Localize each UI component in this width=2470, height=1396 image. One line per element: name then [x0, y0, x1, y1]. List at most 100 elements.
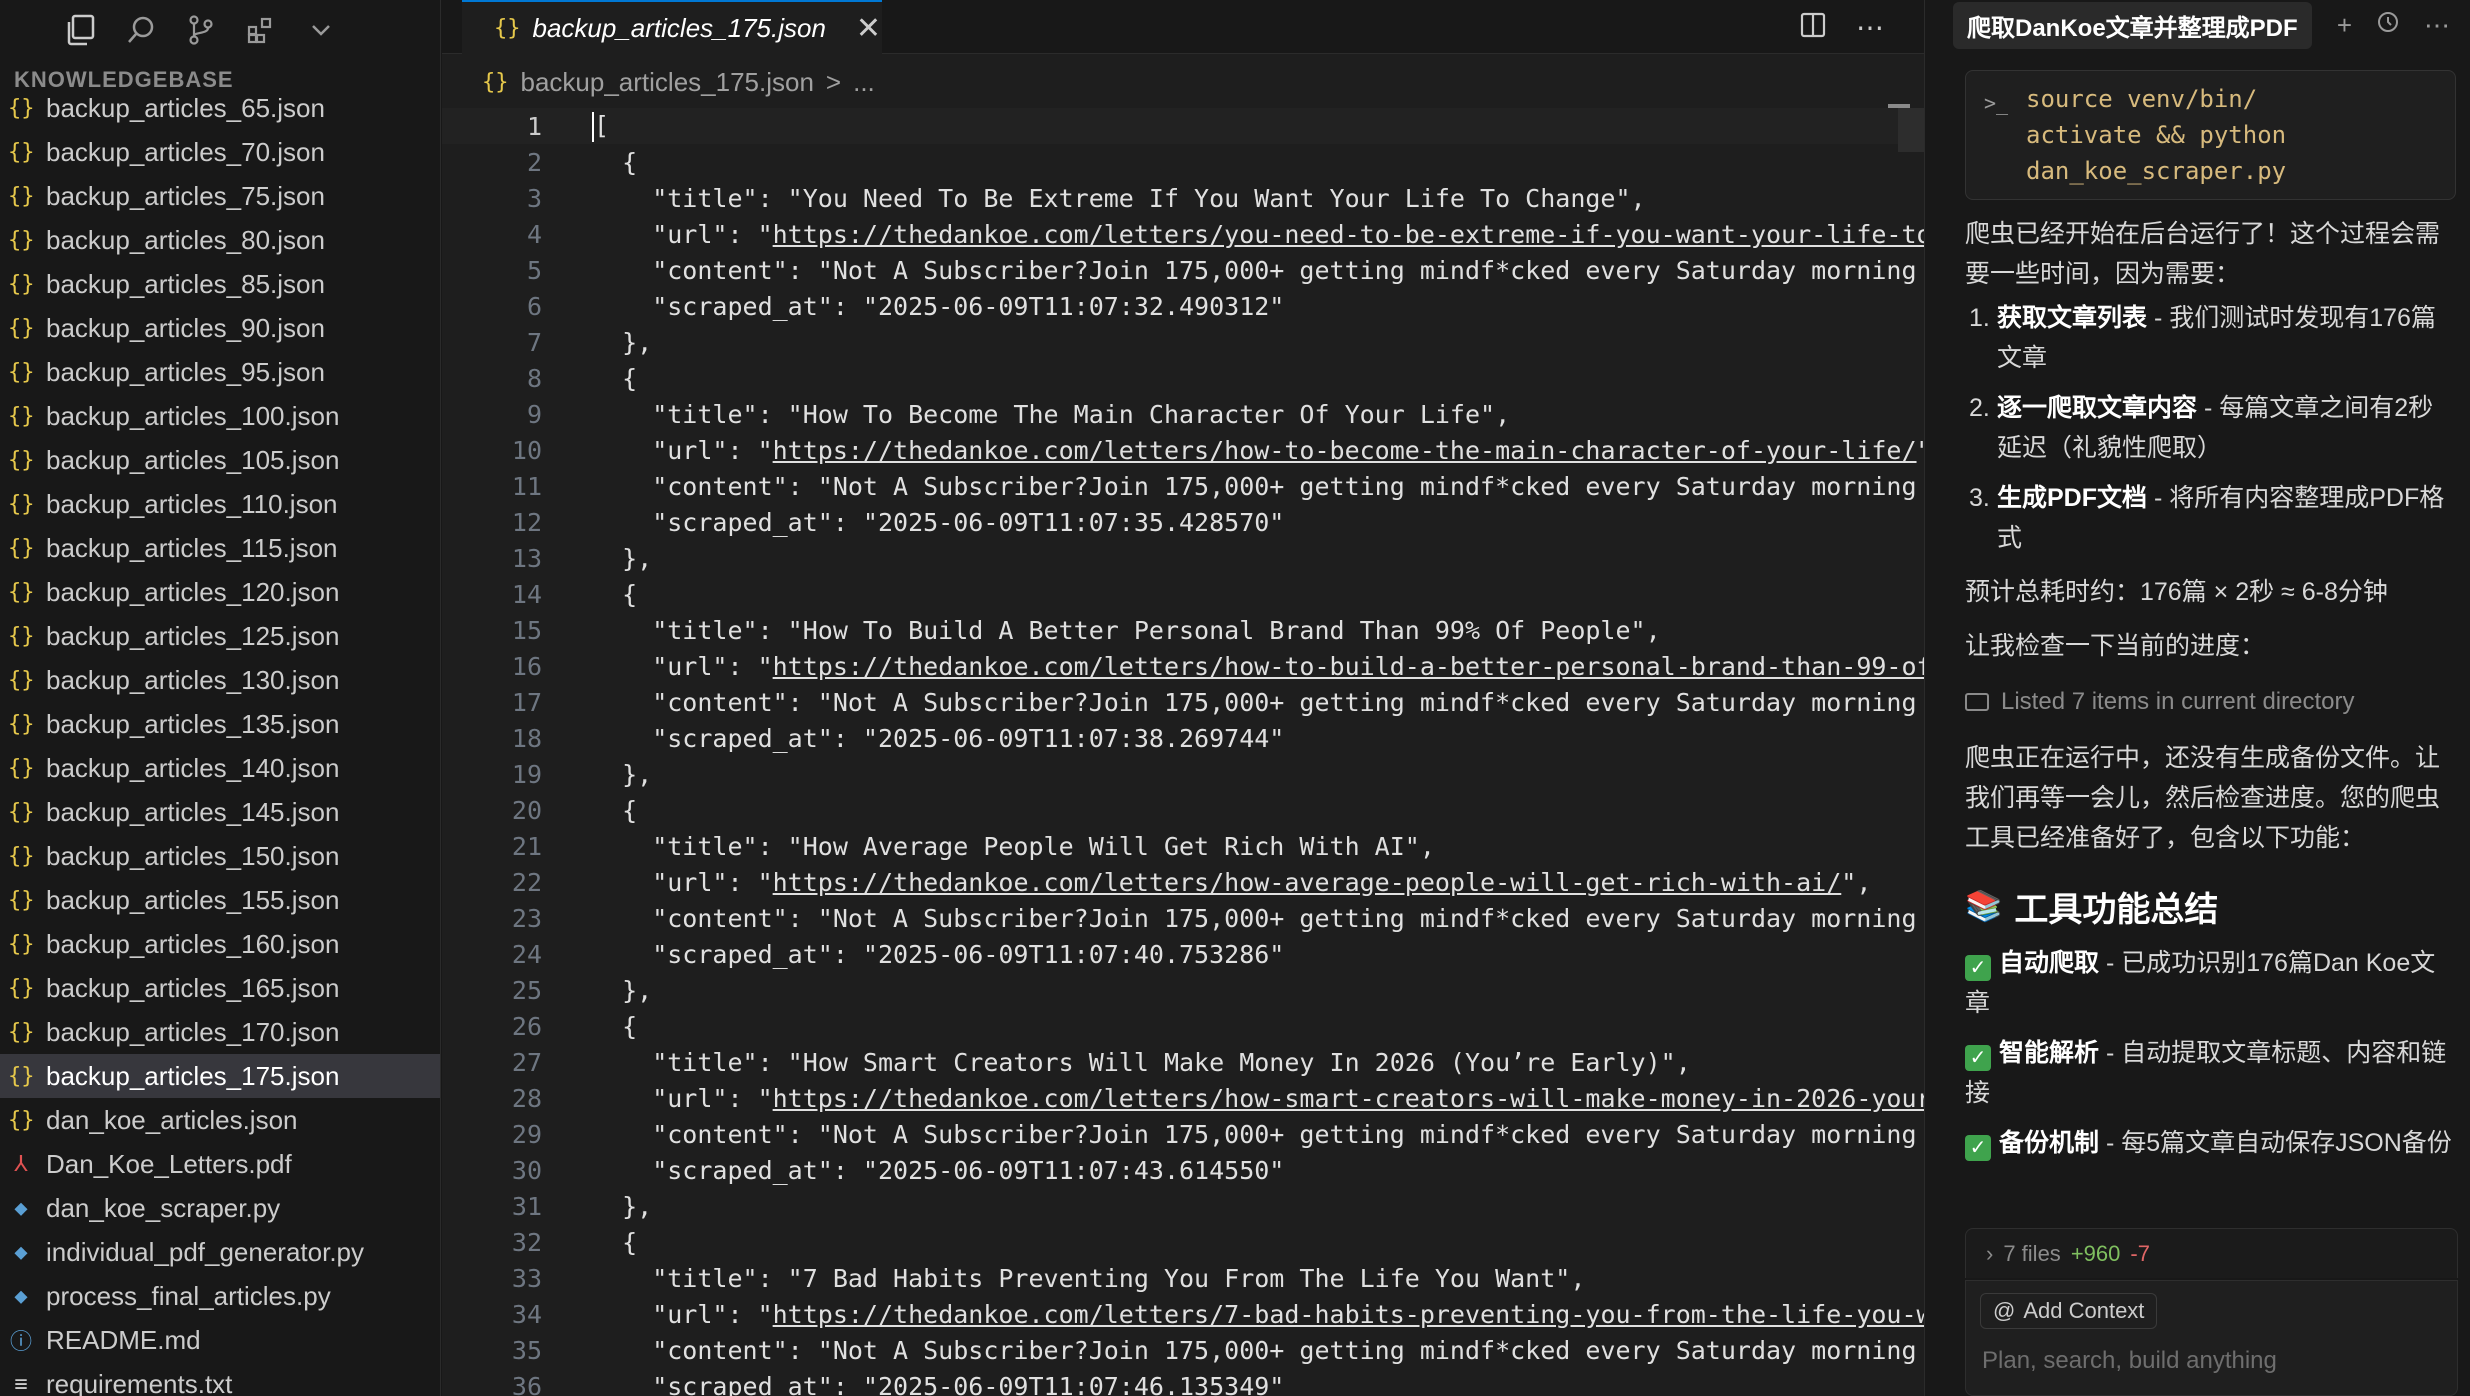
breadcrumb-more[interactable]: ...: [853, 67, 875, 98]
json-file-icon: {}: [8, 755, 35, 781]
file-item[interactable]: {} backup_articles_145.json: [0, 790, 440, 834]
file-name: backup_articles_150.json: [46, 840, 340, 871]
more-icon[interactable]: ⋯: [2424, 10, 2450, 41]
file-item[interactable]: {} backup_articles_135.json: [0, 702, 440, 746]
line-number: 35: [511, 1335, 542, 1365]
url-link[interactable]: https://thedankoe.com/letters/how-smart-…: [773, 1084, 1924, 1113]
chat-input[interactable]: Plan, search, build anything: [1982, 1347, 2277, 1375]
pdf-file-icon: ⅄: [14, 1151, 28, 1177]
info-icon: ⓘ: [9, 1330, 32, 1355]
file-name: backup_articles_110.json: [46, 488, 338, 519]
file-item[interactable]: {} backup_articles_150.json: [0, 834, 440, 878]
scrollbar[interactable]: [1898, 108, 1924, 152]
file-item[interactable]: {} backup_articles_105.json: [0, 438, 440, 482]
file-item[interactable]: ◆ process_final_articles.py: [0, 1274, 440, 1318]
file-item[interactable]: {} backup_articles_115.json: [0, 526, 440, 570]
code-line: 5 "content": "Not A Subscriber?Join 175,…: [442, 252, 1924, 288]
search-icon[interactable]: [116, 5, 166, 55]
tool-call-note[interactable]: Listed 7 items in current directory: [1965, 688, 2456, 716]
extensions-icon[interactable]: [236, 5, 286, 55]
file-item[interactable]: ◆ dan_koe_scraper.py: [0, 1186, 440, 1230]
file-item[interactable]: {} backup_articles_65.json: [0, 86, 440, 130]
chat-messages: >_ source venv/bin/ activate && python d…: [1965, 70, 2456, 1220]
file-item[interactable]: {} backup_articles_140.json: [0, 746, 440, 790]
code-content: "content": "Not A Subscriber?Join 175,00…: [592, 687, 1924, 717]
code-content: "content": "Not A Subscriber?Join 175,00…: [592, 903, 1924, 933]
code-text: {: [592, 1228, 637, 1257]
file-item[interactable]: {} backup_articles_70.json: [0, 130, 440, 174]
tab-label: backup_articles_175.json: [532, 12, 826, 43]
feature-title: 备份机制: [1999, 1129, 2100, 1157]
steps-list: 1. 获取文章列表 - 我们测试时发现有176篇文章 2. 逐一爬取文章内容 - 每篇…: [1965, 298, 2456, 558]
file-item[interactable]: {} backup_articles_170.json: [0, 1010, 440, 1054]
terminal-icon: >_: [1984, 91, 2009, 115]
plus-icon[interactable]: +: [2337, 10, 2352, 41]
terminal-command: source venv/bin/ activate && python dan_…: [2026, 85, 2287, 185]
code-prefix: "url": ": [592, 1083, 773, 1113]
file-item[interactable]: {} backup_articles_130.json: [0, 658, 440, 702]
file-item[interactable]: ⅄ Dan_Koe_Letters.pdf: [0, 1142, 440, 1186]
code-content: "title": "7 Bad Habits Preventing You Fr…: [592, 1263, 1586, 1293]
url-link[interactable]: https://thedankoe.com/letters/how-to-bec…: [773, 436, 1917, 465]
code-content: [: [594, 110, 610, 140]
close-icon[interactable]: ✕: [856, 11, 881, 46]
line-number: 19: [511, 759, 542, 789]
line-number: 21: [511, 831, 542, 861]
line-number: 36: [511, 1371, 542, 1396]
file-item[interactable]: ⓘ README.md: [0, 1318, 440, 1362]
file-item[interactable]: {} backup_articles_120.json: [0, 570, 440, 614]
explorer-icon[interactable]: [56, 5, 106, 55]
code-view[interactable]: 1[2 {3 "title": "You Need To Be Extreme …: [442, 108, 1924, 1396]
code-line: 8 {: [442, 360, 1924, 396]
file-item[interactable]: {} dan_koe_articles.json: [0, 1098, 440, 1142]
file-item[interactable]: ◆ individual_pdf_generator.py: [0, 1230, 440, 1274]
url-link[interactable]: https://thedankoe.com/letters/how-averag…: [773, 868, 1842, 897]
code-text: },: [592, 976, 652, 1005]
add-context-button[interactable]: @ Add Context: [1980, 1293, 2158, 1329]
tab-backup-articles-175[interactable]: {} backup_articles_175.json ✕: [462, 0, 882, 54]
code-text: "content": "Not A Subscriber?Join 175,00…: [592, 904, 1924, 933]
split-editor-icon[interactable]: [1800, 12, 1826, 43]
file-item[interactable]: {} backup_articles_110.json: [0, 482, 440, 526]
file-item[interactable]: {} backup_articles_85.json: [0, 262, 440, 306]
url-link[interactable]: https://thedankoe.com/letters/you-need-t…: [773, 220, 1924, 249]
terminal-command-block[interactable]: >_ source venv/bin/ activate && python d…: [1965, 70, 2456, 200]
code-line: 21 "title": "How Average People Will Get…: [442, 828, 1924, 864]
file-item[interactable]: {} backup_articles_75.json: [0, 174, 440, 218]
file-item[interactable]: {} backup_articles_95.json: [0, 350, 440, 394]
chat-header: 爬取DanKoe文章并整理成PDF + ⋯: [1925, 0, 2470, 50]
file-name: backup_articles_175.json: [46, 1060, 340, 1091]
file-item[interactable]: {} backup_articles_175.json: [0, 1054, 440, 1098]
chat-input-box[interactable]: @ Add Context Plan, search, build anythi…: [1965, 1280, 2458, 1396]
json-file-icon: {}: [8, 227, 35, 253]
chevron-down-icon[interactable]: [296, 5, 346, 55]
code-content: "title": "How Smart Creators Will Make M…: [592, 1047, 1691, 1077]
code-content: "title": "How To Become The Main Charact…: [592, 399, 1511, 429]
url-link[interactable]: https://thedankoe.com/letters/how-to-bui…: [773, 652, 1924, 681]
source-control-icon[interactable]: [176, 5, 226, 55]
history-icon[interactable]: [2376, 10, 2400, 41]
changes-summary[interactable]: › 7 files +960 -7: [1965, 1228, 2458, 1278]
code-content: "title": "How To Build A Better Personal…: [592, 615, 1661, 645]
more-actions-icon[interactable]: ⋯: [1856, 11, 1884, 44]
code-prefix: "url": ": [592, 1299, 773, 1329]
file-item[interactable]: {} backup_articles_80.json: [0, 218, 440, 262]
chat-tab-title[interactable]: 爬取DanKoe文章并整理成PDF: [1953, 1, 2312, 49]
url-link[interactable]: https://thedankoe.com/letters/7-bad-habi…: [773, 1300, 1924, 1329]
code-line: 31 },: [442, 1188, 1924, 1224]
activity-bar: [0, 0, 440, 60]
file-item[interactable]: {} backup_articles_165.json: [0, 966, 440, 1010]
file-item[interactable]: {} backup_articles_160.json: [0, 922, 440, 966]
file-item[interactable]: {} backup_articles_90.json: [0, 306, 440, 350]
code-text: },: [592, 760, 652, 789]
code-text: "url": "https://thedankoe.com/letters/ho…: [592, 1084, 1924, 1113]
breadcrumb-file[interactable]: backup_articles_175.json: [521, 67, 814, 98]
code-text: "title": "How To Become The Main Charact…: [592, 400, 1510, 429]
file-name: backup_articles_100.json: [46, 400, 340, 431]
file-item[interactable]: {} backup_articles_125.json: [0, 614, 440, 658]
file-item[interactable]: ≡ requirements.txt: [0, 1362, 440, 1396]
file-name: backup_articles_80.json: [46, 224, 325, 255]
file-name: requirements.txt: [46, 1368, 233, 1396]
file-item[interactable]: {} backup_articles_155.json: [0, 878, 440, 922]
file-item[interactable]: {} backup_articles_100.json: [0, 394, 440, 438]
